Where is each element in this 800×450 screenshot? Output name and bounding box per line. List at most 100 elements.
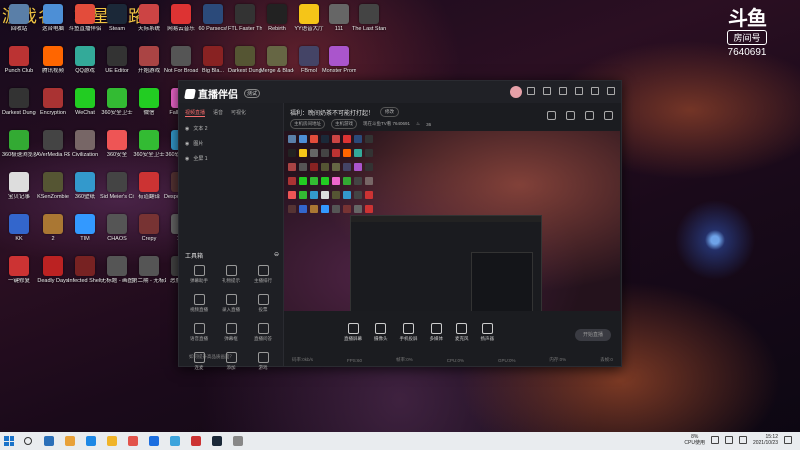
clock[interactable]: 15:12 2021/10/23 xyxy=(753,434,778,446)
layout-icon[interactable] xyxy=(585,111,594,120)
desktop-icon[interactable]: 360安全卫士 xyxy=(132,130,166,158)
desktop-icon[interactable]: Not For Broadcast xyxy=(164,46,198,74)
start-button[interactable] xyxy=(4,436,14,446)
menu-icon[interactable] xyxy=(559,87,567,95)
volume-icon[interactable] xyxy=(724,436,733,444)
app-titlebar[interactable]: 直播伴侣 测试 xyxy=(179,81,621,103)
tool-item[interactable]: 录入直播 xyxy=(215,294,247,313)
desktop-icon[interactable]: Civilization xyxy=(68,130,102,158)
tool-item[interactable]: 弹幕助手 xyxy=(183,265,215,284)
tool-item[interactable]: 弹幕框 xyxy=(215,323,247,342)
scene-item[interactable]: ◉ 全屏 1 xyxy=(179,151,283,166)
desktop-icon[interactable]: 腾讯视频 xyxy=(36,46,70,74)
desktop-icon[interactable]: KK xyxy=(2,214,36,242)
taskbar-app-icon[interactable] xyxy=(128,436,138,446)
cpu-indicator[interactable]: 8% CPU使用 xyxy=(684,434,705,446)
taskbar-app-icon[interactable] xyxy=(170,436,180,446)
room-type-button[interactable]: 主机游戏 xyxy=(331,119,357,129)
ime-icon[interactable] xyxy=(738,436,747,444)
desktop-icon[interactable]: Punch Club xyxy=(2,46,36,74)
desktop-icon[interactable]: Sid Meier's Civilization xyxy=(100,172,134,200)
taskbar-app-icon[interactable] xyxy=(149,436,159,446)
taskbar-app-icon[interactable] xyxy=(107,436,117,446)
help-link[interactable]: 如何提升高品质画面？ xyxy=(189,354,234,360)
user-avatar[interactable] xyxy=(510,86,522,98)
desktop-icon[interactable]: 宝贝记事 xyxy=(2,172,36,200)
desktop-icon[interactable]: FBmol xyxy=(292,46,326,74)
share-icon[interactable] xyxy=(604,111,613,120)
settings-icon[interactable] xyxy=(543,87,551,95)
streaming-app-window[interactable]: 直播伴侣 测试 视频直播 语音 可视化 ◉ 文本 2 ◉ 图片 ◉ 全屏 1 工具箱 … xyxy=(178,80,622,370)
source-control[interactable]: 麦克风 xyxy=(455,322,469,342)
desktop-icon[interactable]: 微信 xyxy=(132,88,166,116)
maximize-icon[interactable] xyxy=(591,87,599,95)
tool-item[interactable]: 礼物提示 xyxy=(215,265,247,284)
desktop-icon[interactable]: UE Editor xyxy=(100,46,134,74)
close-icon[interactable] xyxy=(607,87,615,95)
record-icon[interactable] xyxy=(566,111,575,120)
desktop-icon[interactable]: Encryption xyxy=(36,88,70,116)
desktop-icon[interactable]: CHAOS xyxy=(100,214,134,242)
desktop-icon[interactable]: Merge & Blade xyxy=(260,46,294,74)
tool-item[interactable]: 游戏 xyxy=(247,352,279,371)
source-control[interactable]: 直播屏幕 xyxy=(344,322,362,342)
taskbar-app-icon[interactable] xyxy=(44,436,54,446)
desktop-icon[interactable]: Infected Shelter xyxy=(68,256,102,284)
desktop-icon[interactable]: Monster Prom xyxy=(322,46,356,74)
desktop-icon[interactable]: 360安全 xyxy=(100,130,134,158)
desktop-icon[interactable]: 这台电脑 xyxy=(36,4,70,32)
tool-item[interactable]: 视频直播 xyxy=(183,294,215,313)
desktop-icon[interactable]: 有道翻译 xyxy=(132,172,166,200)
room-address-button[interactable]: 主机房间地址 xyxy=(290,119,325,129)
source-control[interactable]: 扬声器 xyxy=(481,322,494,342)
desktop-icon[interactable]: 360壁纸 xyxy=(68,172,102,200)
source-control[interactable]: 手机投屏 xyxy=(400,322,418,342)
desktop-icon[interactable]: 无标题 - 画图 xyxy=(100,256,134,284)
screenshot-icon[interactable] xyxy=(547,111,556,120)
taskbar-app-icon[interactable] xyxy=(86,436,96,446)
eye-icon[interactable]: ◉ xyxy=(185,141,189,147)
taskbar-app-icon[interactable] xyxy=(233,436,243,446)
desktop-icon[interactable]: Rebirth xyxy=(260,4,294,32)
desktop-icon[interactable]: 回收站 xyxy=(2,4,36,32)
minimize-icon[interactable] xyxy=(575,87,583,95)
desktop-icon[interactable]: Big Bla... xyxy=(196,46,230,74)
tool-item[interactable]: 主播排行 xyxy=(247,265,279,284)
eye-icon[interactable]: ◉ xyxy=(185,156,189,162)
desktop-icon[interactable]: 第二期 - 无标题 xyxy=(132,256,166,284)
taskbar-app-icon[interactable] xyxy=(65,436,75,446)
desktop-icon[interactable]: KSenZombie xyxy=(36,172,70,200)
network-icon[interactable] xyxy=(710,436,719,444)
desktop-icon[interactable]: QQ游戏 xyxy=(68,46,102,74)
tab-voice[interactable]: 语音 xyxy=(213,109,223,117)
message-icon[interactable] xyxy=(527,87,535,95)
tool-item[interactable]: 直播问答 xyxy=(247,323,279,342)
desktop-icon[interactable]: Deadly Days xyxy=(36,256,70,284)
desktop-icon[interactable]: 2 xyxy=(36,214,70,242)
start-stream-button[interactable]: 开始直播 xyxy=(575,329,611,341)
source-control[interactable]: 摄像头 xyxy=(374,322,388,342)
desktop-icon[interactable]: 网易云音乐 xyxy=(164,4,198,32)
desktop-icon[interactable]: Darkest Dungeon 2 xyxy=(2,88,36,116)
desktop-icon[interactable]: AVerMedia RECentral 4 xyxy=(36,130,70,158)
desktop-icon[interactable]: 斗鱼直播伴侣 xyxy=(68,4,102,32)
desktop-icon[interactable]: Darkest Dungeon xyxy=(228,46,262,74)
desktop-icon[interactable]: The Last Stand A... xyxy=(352,4,386,32)
desktop-icon[interactable]: FTL Faster Than Light xyxy=(228,4,262,32)
desktop-icon[interactable]: Steam xyxy=(100,4,134,32)
desktop-icon[interactable]: 360安全卫士 xyxy=(100,88,134,116)
taskbar-app-icon[interactable] xyxy=(212,436,222,446)
desktop-icon[interactable]: 一键修复 xyxy=(2,256,36,284)
stream-preview[interactable] xyxy=(284,131,620,311)
notification-icon[interactable] xyxy=(784,436,792,444)
desktop-icon[interactable]: TIM xyxy=(68,214,102,242)
tool-item[interactable]: 语音直播 xyxy=(183,323,215,342)
desktop-icon[interactable]: YY语音大厅 xyxy=(292,4,326,32)
scene-item[interactable]: ◉ 文本 2 xyxy=(179,121,283,136)
desktop-icon[interactable]: Crepy xyxy=(132,214,166,242)
desktop-icon[interactable]: 111 xyxy=(322,4,356,32)
toolbox-more-icon[interactable]: ⊖ xyxy=(274,251,279,260)
desktop-icon[interactable]: 60 Parsecs! xyxy=(196,4,230,32)
tool-item[interactable]: 投票 xyxy=(247,294,279,313)
taskbar-app-icon[interactable] xyxy=(191,436,201,446)
